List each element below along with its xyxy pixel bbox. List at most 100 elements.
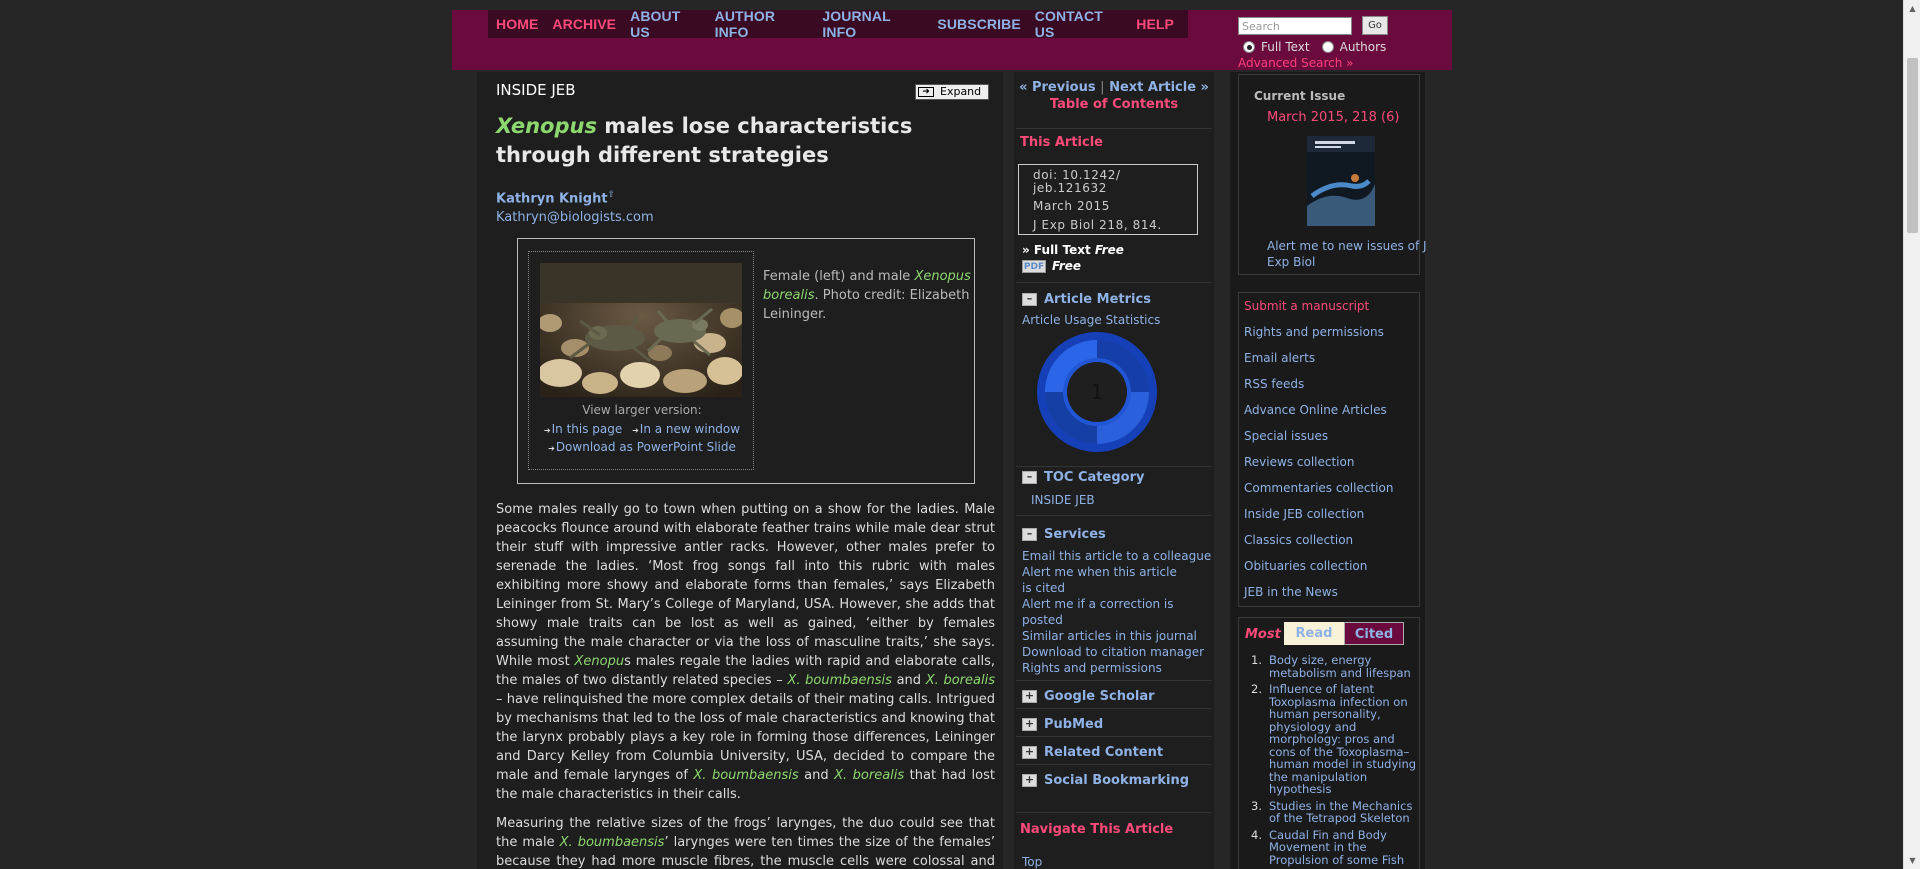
- nav-journal-info[interactable]: JOURNAL INFO: [822, 8, 923, 40]
- rights-permissions-link[interactable]: Rights and permissions: [1244, 325, 1384, 339]
- radio-authors[interactable]: [1321, 41, 1334, 53]
- scrollbar-thumb[interactable]: [1907, 58, 1918, 233]
- navigate-article-heading: Navigate This Article: [1020, 822, 1174, 837]
- frog-photo[interactable]: [540, 263, 742, 397]
- figure-caption: Female (left) and male Xenopus borealis.…: [763, 269, 971, 322]
- expand-label: Expand: [940, 85, 982, 98]
- figure-ppt: ➔Download as PowerPoint Slide: [529, 440, 755, 454]
- service-citation-manager[interactable]: Download to citation manager: [1022, 644, 1212, 660]
- citation-date: March 2015: [1033, 199, 1110, 213]
- most-article-link[interactable]: Influence of latent Toxoplasma infection…: [1269, 683, 1419, 796]
- advanced-search-link[interactable]: Advanced Search »: [1238, 56, 1353, 70]
- most-label: Most: [1245, 627, 1281, 642]
- nav-archive[interactable]: ARCHIVE: [552, 16, 616, 32]
- figure-links: ➔In this page ➔In a new window: [529, 422, 755, 436]
- nav-help[interactable]: HELP: [1136, 16, 1174, 32]
- divider: [1016, 128, 1212, 129]
- jeb-in-news-link[interactable]: JEB in the News: [1244, 585, 1338, 599]
- toc-category-value[interactable]: INSIDE JEB: [1031, 492, 1221, 508]
- pdf-icon: PDF: [1022, 259, 1046, 273]
- commentaries-collection-link[interactable]: Commentaries collection: [1244, 481, 1393, 495]
- search-go-button[interactable]: Go: [1362, 16, 1388, 35]
- service-email-colleague[interactable]: Email this article to a colleague: [1022, 548, 1212, 564]
- expand-button[interactable]: ➜ Expand: [915, 84, 989, 100]
- social-bookmarking-toggle[interactable]: + Social Bookmarking: [1022, 773, 1189, 788]
- google-scholar-toggle[interactable]: + Google Scholar: [1022, 689, 1155, 704]
- metrics-value: 1: [1091, 380, 1104, 404]
- divider: [1016, 812, 1212, 813]
- email-alerts-link[interactable]: Email alerts: [1244, 351, 1315, 365]
- nav-subscribe[interactable]: SUBSCRIBE: [937, 16, 1020, 32]
- author-name[interactable]: Kathryn Knight⇧: [496, 190, 615, 206]
- tab-most-cited[interactable]: Cited: [1344, 622, 1404, 645]
- paragraph-text: and: [798, 768, 835, 783]
- page-scrollbar[interactable]: ▲ ▼: [1903, 0, 1920, 869]
- article-body: Some males really go to town when puttin…: [496, 500, 995, 869]
- link-arrow-icon: ➔: [632, 426, 639, 435]
- current-issue-link[interactable]: March 2015, 218 (6): [1267, 110, 1399, 125]
- species-name: X. borealis: [925, 673, 995, 688]
- divider: [1016, 515, 1212, 516]
- scroll-up-icon[interactable]: ▲: [1904, 0, 1920, 17]
- divider: [1016, 764, 1212, 765]
- search-options: Full Text Authors: [1243, 40, 1386, 54]
- journal-cover-image[interactable]: [1307, 136, 1375, 226]
- download-ppt-link[interactable]: Download as PowerPoint Slide: [556, 440, 736, 454]
- pubmed-toggle[interactable]: + PubMed: [1022, 717, 1103, 732]
- divider: [1016, 736, 1212, 737]
- nav-top-link[interactable]: Top: [1022, 854, 1212, 869]
- service-similar-articles[interactable]: Similar articles in this journal: [1022, 628, 1212, 644]
- classics-collection-link[interactable]: Classics collection: [1244, 533, 1353, 547]
- article-paragraph: Some males really go to town when puttin…: [496, 500, 995, 804]
- usage-statistics-link[interactable]: Article Usage Statistics: [1022, 312, 1212, 328]
- search-input[interactable]: Search: [1238, 17, 1352, 35]
- submit-manuscript-link[interactable]: Submit a manuscript: [1244, 299, 1369, 313]
- service-alert-cited[interactable]: Alert me when this article is cited: [1022, 564, 1182, 596]
- nav-about-us[interactable]: ABOUT US: [630, 8, 700, 40]
- radio-fulltext-label: Full Text: [1261, 40, 1310, 54]
- rss-feeds-link[interactable]: RSS feeds: [1244, 377, 1304, 391]
- full-text-link[interactable]: » Full Text Free: [1022, 243, 1124, 257]
- table-of-contents-link[interactable]: Table of Contents: [1014, 97, 1214, 112]
- divider: [1016, 680, 1212, 681]
- radio-fulltext[interactable]: [1243, 41, 1255, 53]
- metrics-donut[interactable]: 1: [1036, 331, 1158, 453]
- special-issues-link[interactable]: Special issues: [1244, 429, 1328, 443]
- advance-online-link[interactable]: Advance Online Articles: [1244, 403, 1387, 417]
- nav-contact-us[interactable]: CONTACT US: [1035, 8, 1122, 40]
- reviews-collection-link[interactable]: Reviews collection: [1244, 455, 1354, 469]
- service-rights[interactable]: Rights and permissions: [1022, 660, 1212, 676]
- article-metrics-toggle[interactable]: – Article Metrics: [1022, 292, 1151, 307]
- list-item: 4. Caudal Fin and Body Movement in the P…: [1247, 828, 1419, 867]
- services-toggle[interactable]: – Services: [1022, 527, 1106, 542]
- link-arrow-icon: ➔: [543, 426, 551, 435]
- toc-category-toggle[interactable]: – TOC Category: [1022, 470, 1144, 485]
- paragraph-text: Some males really go to town when puttin…: [496, 502, 995, 669]
- divider: [1016, 466, 1212, 467]
- nav-home[interactable]: HOME: [496, 16, 538, 32]
- expand-icon: +: [1022, 718, 1037, 731]
- obituaries-collection-link[interactable]: Obituaries collection: [1244, 559, 1367, 573]
- most-article-link[interactable]: Caudal Fin and Body Movement in the Prop…: [1269, 828, 1419, 867]
- tab-most-read[interactable]: Read: [1284, 622, 1344, 645]
- view-new-window-link[interactable]: In a new window: [640, 422, 740, 436]
- scroll-down-icon[interactable]: ▼: [1904, 852, 1920, 869]
- list-item: 2. Influence of latent Toxoplasma infect…: [1247, 683, 1419, 796]
- view-in-page-link[interactable]: In this page: [552, 422, 623, 436]
- author-email[interactable]: Kathryn@biologists.com: [496, 210, 654, 225]
- section-label: INSIDE JEB: [496, 81, 576, 99]
- this-article-heading: This Article: [1020, 135, 1103, 150]
- nav-author-info[interactable]: AUTHOR INFO: [715, 8, 809, 40]
- inside-jeb-collection-link[interactable]: Inside JEB collection: [1244, 507, 1364, 521]
- alert-new-issues-link[interactable]: Alert me to new issues of J Exp Biol: [1267, 238, 1427, 270]
- most-article-link[interactable]: Body size, energy metabolism and lifespa…: [1269, 654, 1419, 679]
- collapse-icon: –: [1022, 471, 1037, 484]
- previous-article-link[interactable]: « Previous: [1019, 80, 1096, 95]
- collapse-icon: –: [1022, 293, 1037, 306]
- most-article-link[interactable]: Studies in the Mechanics of the Tetrapod…: [1269, 799, 1419, 825]
- pdf-link[interactable]: PDF Free: [1022, 259, 1081, 273]
- article-tools-sidebar: « Previous | Next Article » Table of Con…: [1014, 72, 1214, 869]
- next-article-link[interactable]: Next Article »: [1109, 80, 1209, 95]
- related-content-toggle[interactable]: + Related Content: [1022, 745, 1163, 760]
- service-alert-correction[interactable]: Alert me if a correction is posted: [1022, 596, 1182, 628]
